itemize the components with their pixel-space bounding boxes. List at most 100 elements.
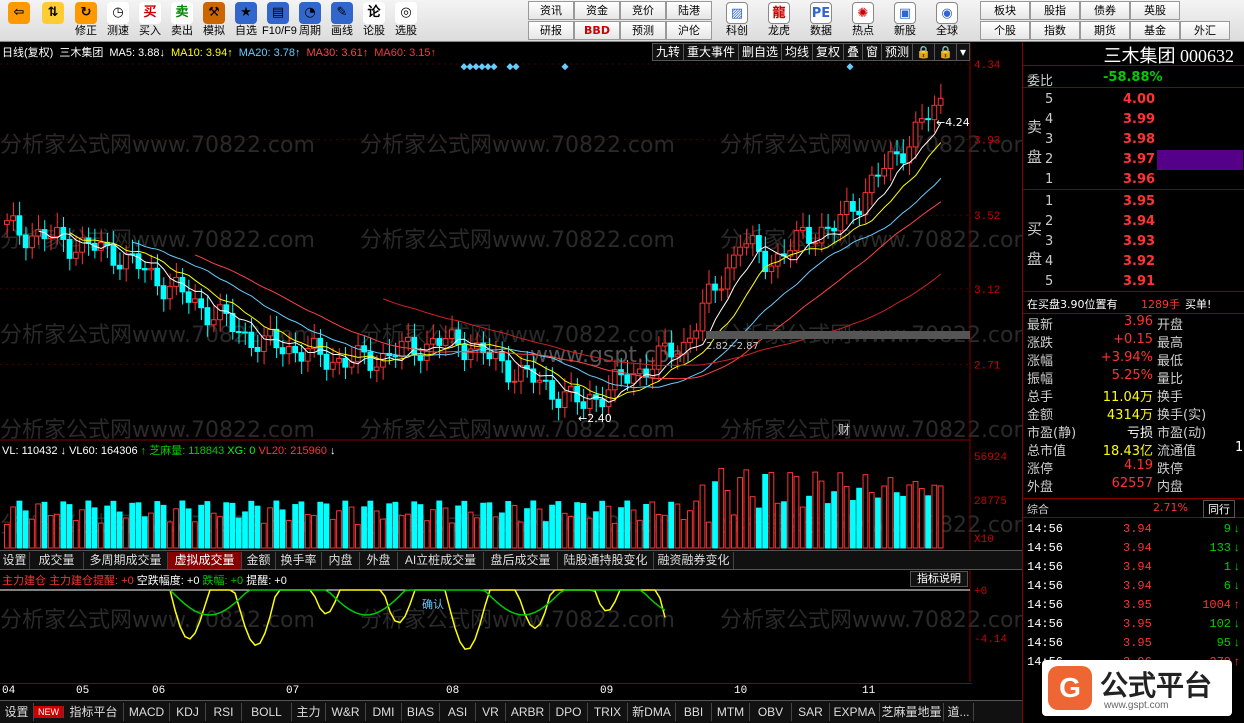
- k-line-chart-area[interactable]: 分析家公式网www.70822.com 分析家公式网www.70822.com 分析…: [0, 42, 1022, 723]
- up-down-arrow-button[interactable]: ⇅: [36, 0, 70, 41]
- candle-body: [881, 167, 888, 177]
- star-button[interactable]: ★ 自选: [230, 0, 262, 41]
- clock-button[interactable]: ◔ 周期: [294, 0, 326, 41]
- indicator-tab-1[interactable]: NEW: [34, 706, 64, 718]
- toolbar-cell[interactable]: 期货: [1080, 21, 1130, 40]
- chart-tool-button[interactable]: 九转: [651, 43, 684, 61]
- tab-6[interactable]: 内盘: [322, 552, 360, 569]
- tab-11[interactable]: 融资融券变化: [654, 552, 734, 569]
- indicator-info-button[interactable]: 指标说明: [910, 571, 968, 587]
- pe-button[interactable]: PE 数据: [800, 0, 842, 41]
- toolbar-cell[interactable]: 个股: [980, 21, 1030, 40]
- toolbar-cell[interactable]: 竞价: [620, 1, 666, 20]
- tab-7[interactable]: 外盘: [360, 552, 398, 569]
- indicator-legend-item: 跌幅: +0: [202, 575, 247, 587]
- chart-tool-button[interactable]: 窗: [862, 43, 883, 61]
- stat-label: 涨幅: [1027, 354, 1054, 369]
- tab-10[interactable]: 陆股通持股变化: [558, 552, 654, 569]
- volume-bar: [900, 495, 906, 549]
- chart-tool-button[interactable]: 预测: [881, 43, 914, 61]
- price-chart[interactable]: 分析家公式网www.70822.com 分析家公式网www.70822.com 分析…: [0, 42, 1022, 723]
- indicator-tab-2[interactable]: 指标平台: [64, 703, 124, 721]
- chart-tool-button[interactable]: 🔒: [934, 43, 957, 61]
- globe-button[interactable]: ◉ 全球: [926, 0, 968, 41]
- toolbar-cell[interactable]: 资讯: [528, 1, 574, 20]
- toolbar-cell[interactable]: 资金: [574, 1, 620, 20]
- volume-bar: [586, 517, 593, 549]
- indicator-tab-0[interactable]: 设置: [0, 703, 34, 721]
- indicator-tab-13[interactable]: ARBR: [506, 703, 550, 721]
- toolbar-cell[interactable]: 指数: [1030, 21, 1080, 40]
- toolbar-cell[interactable]: 板块: [980, 1, 1030, 20]
- indicator-tab-19[interactable]: OBV: [750, 703, 792, 721]
- toolbar-cell[interactable]: 预测: [620, 21, 666, 40]
- gavel-button[interactable]: ⚒ 模拟: [198, 0, 230, 41]
- indicator-tab-4[interactable]: KDJ: [170, 703, 206, 721]
- toolbar-cell[interactable]: 外汇: [1180, 21, 1230, 40]
- indicator-tab-9[interactable]: DMI: [366, 703, 402, 721]
- indicator-tab-7[interactable]: 主力: [292, 703, 326, 721]
- indicator-tab-11[interactable]: ASI: [440, 703, 476, 721]
- chart-tool-button[interactable]: ▾: [955, 43, 970, 61]
- tab-0[interactable]: 设置: [0, 552, 30, 569]
- chart-tool-button[interactable]: 重大事件: [682, 43, 739, 61]
- indicator-tab-23[interactable]: 道...: [944, 703, 974, 721]
- tab-9[interactable]: 盘后成交量: [484, 552, 558, 569]
- indicator-tab-8[interactable]: W&R: [326, 703, 366, 721]
- volume-bar: [342, 500, 349, 549]
- indicator-tab-18[interactable]: MTM: [712, 703, 750, 721]
- tab-4[interactable]: 金额: [242, 552, 276, 569]
- pencil-button[interactable]: ✎ 画线: [326, 0, 358, 41]
- tab-5[interactable]: 换手率: [276, 552, 322, 569]
- indicator-tab-22[interactable]: 芝麻量地量: [880, 703, 944, 721]
- toolbar-cell[interactable]: 股指: [1030, 1, 1080, 20]
- buy-button[interactable]: 买买入: [134, 0, 166, 41]
- toolbar-cell[interactable]: 陆港: [666, 1, 712, 20]
- indicator-tick: +0: [974, 586, 987, 598]
- chart-tool-button[interactable]: 🔒: [912, 43, 936, 61]
- chart-tool-button[interactable]: 复权: [812, 43, 845, 61]
- sell-button[interactable]: 卖卖出: [166, 0, 198, 41]
- chart-button[interactable]: ▨ 科创: [716, 0, 758, 41]
- toolbar-cell[interactable]: 沪伦: [666, 21, 712, 40]
- volume-bar: [812, 471, 819, 549]
- toolbar-cell[interactable]: 英股: [1130, 1, 1180, 20]
- repair-button[interactable]: ↻ 修正: [70, 0, 102, 41]
- pencil-icon: ✎: [331, 2, 353, 24]
- tab-2[interactable]: 多周期成交量: [84, 552, 168, 569]
- toolbar-label: 选股: [395, 25, 417, 37]
- indicator-tab-15[interactable]: TRIX: [588, 703, 628, 721]
- indicator-tab-14[interactable]: DPO: [550, 703, 588, 721]
- volume-bar: [893, 492, 900, 549]
- chart-tool-button[interactable]: 叠: [843, 43, 864, 61]
- indicator-tab-16[interactable]: 新DMA: [628, 703, 676, 721]
- toolbar-cell[interactable]: BBD: [574, 21, 620, 40]
- indicator-tab-5[interactable]: RSI: [206, 703, 242, 721]
- dragon-button[interactable]: 龍龙虎: [758, 0, 800, 41]
- toolbar-cell[interactable]: 债券: [1080, 1, 1130, 20]
- indicator-tab-17[interactable]: BBI: [676, 703, 712, 721]
- stat-label: 金额: [1027, 408, 1054, 423]
- volume-bar: [129, 502, 136, 549]
- chat-button[interactable]: 论论股: [358, 0, 390, 41]
- select-button[interactable]: ◎ 选股: [390, 0, 422, 41]
- peer-button[interactable]: 同行: [1203, 500, 1235, 518]
- new-stock-button[interactable]: ▣ 新股: [884, 0, 926, 41]
- indicator-tab-3[interactable]: MACD: [124, 703, 170, 721]
- indicator-tab-10[interactable]: BIAS: [402, 703, 440, 721]
- indicator-tab-6[interactable]: BOLL: [242, 703, 292, 721]
- info-button[interactable]: ▤ F10/F9: [262, 0, 297, 41]
- toolbar-cell[interactable]: 研报: [528, 21, 574, 40]
- hot-button[interactable]: ✺ 热点: [842, 0, 884, 41]
- speedometer-button[interactable]: ◷ 测速: [102, 0, 134, 41]
- toolbar-cell[interactable]: 基金: [1130, 21, 1180, 40]
- chart-tool-button[interactable]: 删自选: [737, 43, 782, 61]
- tab-1[interactable]: 成交量: [30, 552, 84, 569]
- indicator-tab-21[interactable]: EXPMA: [830, 703, 880, 721]
- chart-tool-button[interactable]: 均线: [780, 43, 813, 61]
- indicator-tab-12[interactable]: VR: [476, 703, 506, 721]
- indicator-tab-20[interactable]: SAR: [792, 703, 830, 721]
- tab-3[interactable]: 虚拟成交量: [168, 552, 242, 569]
- tab-8[interactable]: AI立桩成交量: [398, 552, 484, 569]
- back-arrow-button[interactable]: ⇦: [2, 0, 36, 41]
